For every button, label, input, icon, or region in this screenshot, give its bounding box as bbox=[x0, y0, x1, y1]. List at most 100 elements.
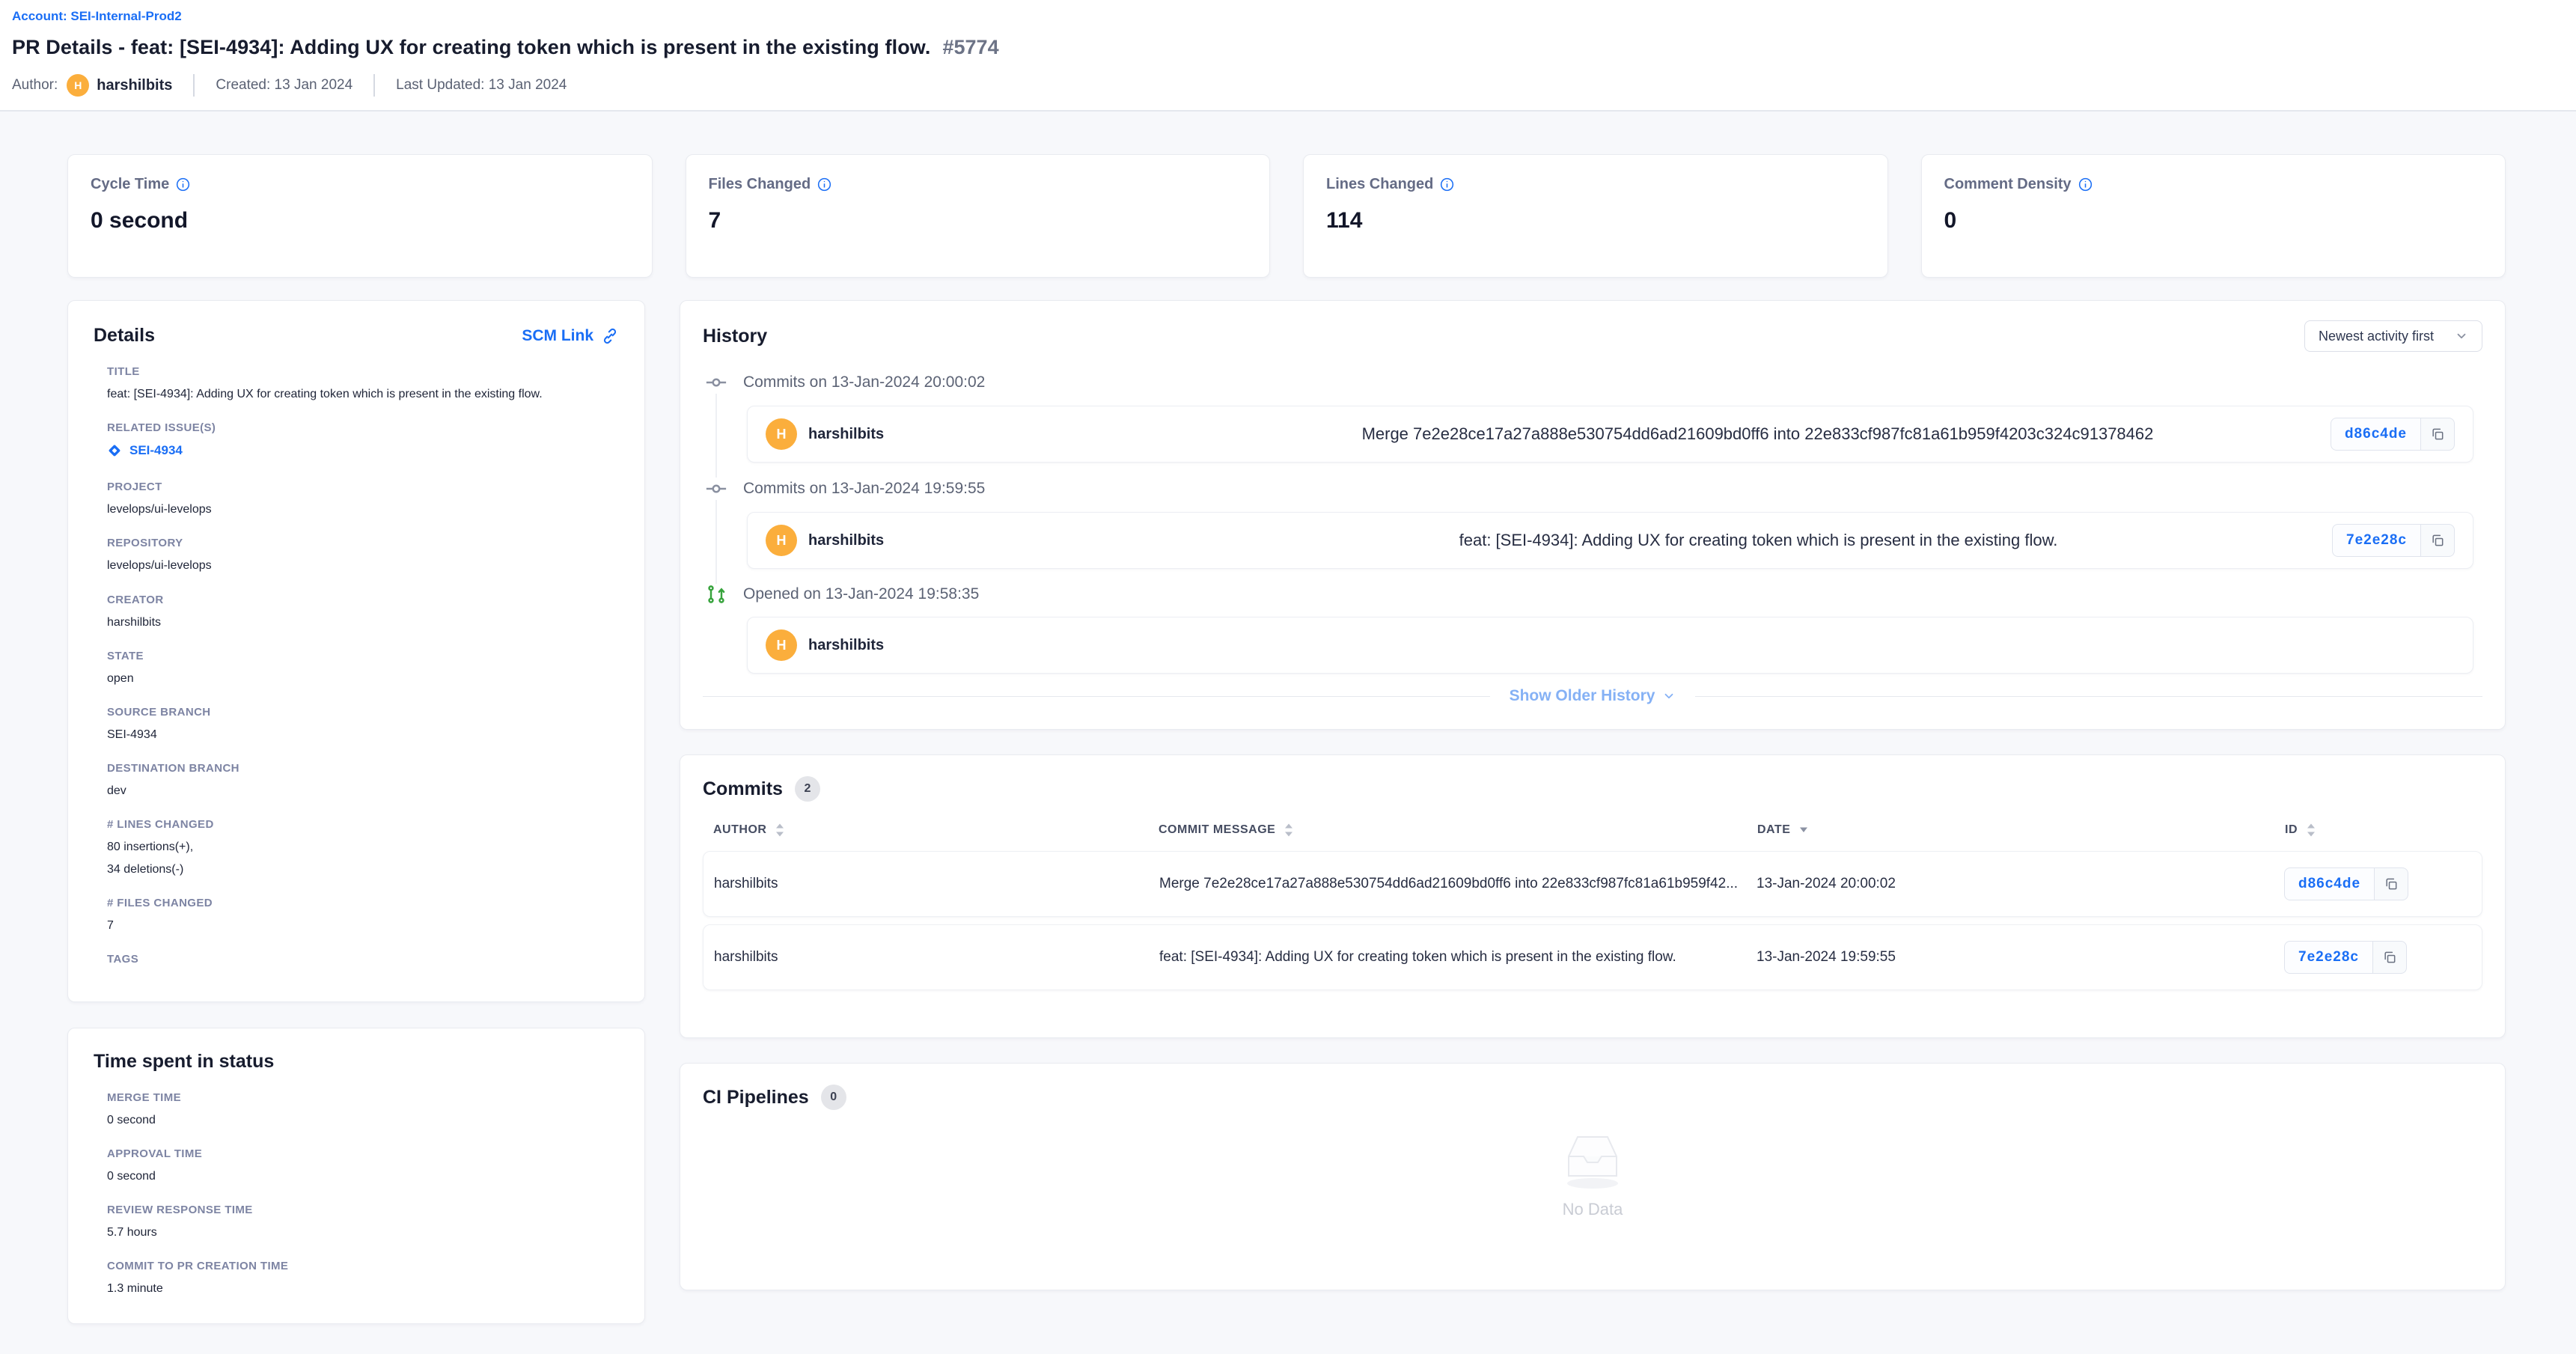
field-label: TITLE bbox=[107, 365, 619, 378]
detail-field-related-issues: RELATED ISSUE(S) SEI-4934 bbox=[94, 421, 619, 462]
column-label: DATE bbox=[1757, 823, 1790, 837]
time-spent-heading: Time spent in status bbox=[94, 1051, 274, 1072]
content-area: Cycle Time 0 second Files Changed 7 bbox=[0, 112, 2576, 1354]
field-value: 80 insertions(+), bbox=[107, 838, 619, 856]
author-name: harshilbits bbox=[97, 77, 172, 94]
history-panel: History Newest activity first bbox=[680, 300, 2506, 730]
metric-value: 7 bbox=[709, 208, 1248, 234]
no-data-label: No Data bbox=[1563, 1200, 1623, 1219]
commits-panel: Commits 2 AUTHOR COMMIT MESSAGE bbox=[680, 754, 2506, 1038]
history-sort-dropdown[interactable]: Newest activity first bbox=[2304, 320, 2482, 352]
copy-icon[interactable] bbox=[2420, 524, 2455, 557]
metric-cards-row: Cycle Time 0 second Files Changed 7 bbox=[67, 154, 2506, 278]
history-event-commit-2: Commits on 13-Jan-2024 19:59:55 H harshi… bbox=[703, 478, 2482, 584]
pr-details-page: Account: SEI-Internal-Prod2 PR Details -… bbox=[0, 0, 2576, 1354]
time-field-commit-to-pr: COMMIT TO PR CREATION TIME 1.3 minute bbox=[94, 1260, 619, 1297]
column-header-commit-message[interactable]: COMMIT MESSAGE bbox=[1159, 823, 1757, 838]
field-label: COMMIT TO PR CREATION TIME bbox=[107, 1260, 619, 1272]
ci-pipelines-count-badge: 0 bbox=[821, 1085, 846, 1110]
page-title: PR Details - feat: [SEI-4934]: Adding UX… bbox=[12, 36, 931, 59]
field-value: 34 deletions(-) bbox=[107, 861, 619, 878]
cell-commit-message: Merge 7e2e28ce17a27a888e530754dd6ad21609… bbox=[1159, 876, 1756, 892]
commit-table-row: harshilbits Merge 7e2e28ce17a27a888e5307… bbox=[703, 851, 2482, 917]
commit-hash-chip[interactable]: d86c4de bbox=[2284, 867, 2375, 900]
cell-author: harshilbits bbox=[714, 949, 1159, 966]
cell-date: 13-Jan-2024 19:59:55 bbox=[1756, 949, 2284, 966]
commit-hash-chip[interactable]: d86c4de bbox=[2331, 418, 2421, 451]
field-label: RELATED ISSUE(S) bbox=[107, 421, 619, 434]
metric-label: Comment Density bbox=[1944, 176, 2072, 193]
divider bbox=[1695, 696, 2482, 697]
detail-field-title: TITLE feat: [SEI-4934]: Adding UX for cr… bbox=[94, 365, 619, 403]
avatar: H bbox=[766, 418, 797, 450]
account-breadcrumb-link[interactable]: Account: SEI-Internal-Prod2 bbox=[12, 9, 182, 24]
time-field-review-response: REVIEW RESPONSE TIME 5.7 hours bbox=[94, 1204, 619, 1241]
detail-field-state: STATE open bbox=[94, 650, 619, 687]
column-header-date[interactable]: DATE bbox=[1757, 823, 2285, 837]
copy-icon[interactable] bbox=[2374, 867, 2408, 900]
detail-field-source-branch: SOURCE BRANCH SEI-4934 bbox=[94, 706, 619, 743]
scm-link-label: SCM Link bbox=[522, 327, 593, 345]
history-event-commit-1: Commits on 13-Jan-2024 20:00:02 H harshi… bbox=[703, 371, 2482, 478]
sort-icon bbox=[1284, 823, 1293, 838]
detail-field-files-changed: # FILES CHANGED 7 bbox=[94, 897, 619, 934]
commit-message: feat: [SEI-4934]: Adding UX for creating… bbox=[1185, 531, 2332, 550]
field-label: MERGE TIME bbox=[107, 1091, 619, 1104]
info-icon[interactable] bbox=[817, 177, 831, 192]
author-avatar: H bbox=[67, 74, 89, 97]
empty-state: No Data bbox=[703, 1129, 2482, 1219]
divider bbox=[703, 696, 1490, 697]
field-label: # FILES CHANGED bbox=[107, 897, 619, 909]
copy-icon[interactable] bbox=[2420, 418, 2455, 451]
created-date: Created: 13 Jan 2024 bbox=[216, 77, 352, 94]
time-spent-panel: Time spent in status MERGE TIME 0 second… bbox=[67, 1028, 645, 1324]
related-issue-link[interactable]: SEI-4934 bbox=[107, 443, 183, 458]
commit-hash-chip[interactable]: 7e2e28c bbox=[2332, 524, 2421, 557]
commits-count-badge: 2 bbox=[795, 776, 820, 802]
issue-key: SEI-4934 bbox=[129, 443, 183, 458]
info-icon[interactable] bbox=[2078, 177, 2093, 192]
column-label: AUTHOR bbox=[713, 823, 766, 837]
field-value: 0 second bbox=[107, 1111, 619, 1129]
author-row: Author: H harshilbits Created: 13 Jan 20… bbox=[12, 74, 2576, 97]
metric-value: 114 bbox=[1326, 208, 1865, 234]
last-updated-date: Last Updated: 13 Jan 2024 bbox=[396, 77, 567, 94]
sort-desc-icon bbox=[1799, 826, 1808, 834]
field-label: APPROVAL TIME bbox=[107, 1147, 619, 1160]
detail-field-project: PROJECT levelops/ui-levelops bbox=[94, 481, 619, 518]
field-label: TAGS bbox=[107, 953, 619, 966]
pull-request-opened-icon bbox=[703, 584, 730, 605]
history-commit-card: H harshilbits Merge 7e2e28ce17a27a888e53… bbox=[747, 406, 2473, 463]
metric-value: 0 second bbox=[91, 208, 629, 234]
pr-number: #5774 bbox=[943, 36, 999, 59]
history-event-opened: Opened on 13-Jan-2024 19:58:35 H harshil… bbox=[703, 584, 2482, 681]
field-value: dev bbox=[107, 782, 619, 799]
avatar: H bbox=[766, 525, 797, 556]
metric-card-files-changed: Files Changed 7 bbox=[686, 154, 1271, 278]
link-icon bbox=[601, 327, 619, 345]
commit-table-row: harshilbits feat: [SEI-4934]: Adding UX … bbox=[703, 924, 2482, 990]
column-header-author[interactable]: AUTHOR bbox=[713, 823, 1159, 838]
detail-field-lines-changed: # LINES CHANGED 80 insertions(+), 34 del… bbox=[94, 818, 619, 877]
column-header-id[interactable]: ID bbox=[2285, 823, 2472, 838]
git-commit-icon bbox=[703, 371, 730, 394]
metric-label: Lines Changed bbox=[1326, 176, 1433, 193]
show-older-label: Show Older History bbox=[1510, 687, 1655, 705]
scm-link[interactable]: SCM Link bbox=[522, 327, 619, 345]
divider bbox=[193, 74, 195, 97]
copy-icon[interactable] bbox=[2372, 941, 2407, 974]
show-older-history-button[interactable]: Show Older History bbox=[1510, 687, 1676, 705]
info-icon[interactable] bbox=[1440, 177, 1454, 192]
event-label: Commits on 13-Jan-2024 20:00:02 bbox=[743, 373, 985, 391]
field-label: REVIEW RESPONSE TIME bbox=[107, 1204, 619, 1216]
detail-field-destination-branch: DESTINATION BRANCH dev bbox=[94, 762, 619, 799]
info-icon[interactable] bbox=[176, 177, 190, 192]
field-value: levelops/ui-levelops bbox=[107, 557, 619, 574]
ci-pipelines-heading: CI Pipelines bbox=[703, 1087, 809, 1108]
metric-value: 0 bbox=[1944, 208, 2483, 234]
commits-table-header: AUTHOR COMMIT MESSAGE DATE bbox=[703, 823, 2482, 838]
empty-inbox-icon bbox=[1554, 1129, 1632, 1191]
sort-icon bbox=[775, 823, 784, 838]
commit-hash-chip[interactable]: 7e2e28c bbox=[2284, 941, 2373, 974]
cell-commit-message: feat: [SEI-4934]: Adding UX for creating… bbox=[1159, 949, 1756, 966]
